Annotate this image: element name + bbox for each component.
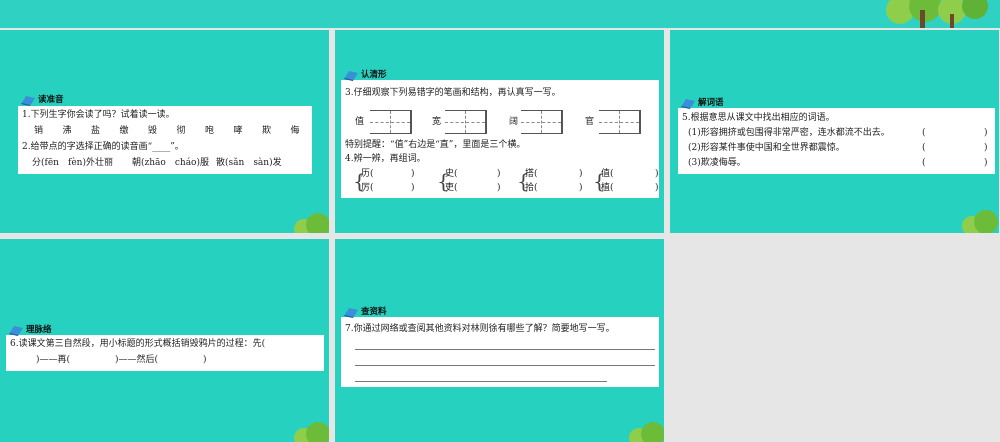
bush-icon: [629, 422, 664, 442]
answer-blank[interactable]: (): [922, 141, 988, 156]
answer-line[interactable]: [355, 365, 655, 366]
word-pairs: { 历() 厉() { 史() 吏() { 搭() 拾() { 值() 植(): [353, 169, 659, 193]
section-header: 读准音: [20, 93, 64, 107]
slide-1: 读准音 1.下列生字你会读了吗？试着读一读。 销 沸 盐 缴 毁 彻 咆 哮 欺…: [0, 30, 329, 233]
grid-char: 宽: [432, 117, 442, 127]
book-icon: [681, 99, 695, 109]
question-6-blanks[interactable]: )——再( )——然后( ): [36, 353, 207, 368]
section-title: 读准音: [38, 94, 64, 105]
char: 销: [34, 126, 44, 136]
tip-text: 特别提醒：“值”右边是“直”，里面是三个横。: [345, 140, 526, 150]
answer-blank[interactable]: (): [922, 156, 988, 171]
question-5: 5.根据意思从课文中找出相应的词语。: [682, 113, 835, 123]
card-vocab: 解词语 5.根据意思从课文中找出相应的词语。 (1)形容拥挤或包围得非常严密，连…: [678, 98, 995, 174]
question-4: 4.辨一辨，再组词。: [345, 154, 426, 164]
vocab-item: (3)欺凌侮辱。: [688, 158, 746, 168]
book-icon: [344, 71, 358, 81]
book-icon: [344, 308, 358, 318]
question-2: 2.给带点的字选择正确的读音画“____”。: [22, 142, 184, 152]
char: 彻: [176, 126, 186, 136]
question-6: 6.读课文第三自然段，用小标题的形式概括销毁鸦片的过程：先(: [10, 339, 266, 349]
char: 盐: [91, 126, 101, 136]
section-title: 查资料: [361, 306, 387, 317]
card-reading: 读准音 1.下列生字你会读了吗？试着读一读。 销 沸 盐 缴 毁 彻 咆 哮 欺…: [18, 95, 312, 174]
section-header: 认清形: [343, 68, 387, 82]
section-header: 解词语: [680, 96, 724, 110]
book-icon: [21, 96, 35, 106]
answer-line[interactable]: [355, 349, 655, 350]
char: 哮: [233, 126, 243, 136]
section-title: 认清形: [361, 69, 387, 80]
vocab-item: (2)形容某件事使中国和全世界都震惊。: [688, 143, 845, 153]
grid-char: 值: [355, 117, 365, 127]
char: 毁: [148, 126, 158, 136]
book-icon: [9, 326, 23, 336]
card-outline: 理脉络 6.读课文第三自然段，用小标题的形式概括销毁鸦片的过程：先( )——再(…: [6, 325, 324, 371]
question-7: 7.你通过网络或查阅其他资料对林则徐有哪些了解？简要地写一写。: [345, 324, 615, 334]
card-research: 查资料 7.你通过网络或查阅其他资料对林则徐有哪些了解？简要地写一写。: [341, 307, 659, 387]
answer-blank[interactable]: (): [922, 126, 988, 141]
slide-3: 解词语 5.根据意思从课文中找出相应的词语。 (1)形容拥挤或包围得非常严密，连…: [670, 30, 999, 233]
grid-char: 官: [585, 117, 595, 127]
question-1: 1.下列生字你会读了吗？试着读一读。: [22, 110, 175, 120]
bush-icon: [962, 210, 998, 233]
bush-icon: [294, 213, 329, 233]
char: 缴: [119, 126, 129, 136]
section-header: 理脉络: [8, 323, 52, 337]
section-header: 查资料: [343, 305, 387, 319]
vocab-item: (1)形容拥挤或包围得非常严密，连水都流不出去。: [688, 128, 890, 138]
char: 咆: [205, 126, 215, 136]
answer-line[interactable]: [355, 381, 607, 382]
char: 沸: [62, 126, 72, 136]
tree-decoration-icon: [886, 0, 988, 28]
bush-icon: [294, 422, 329, 442]
pinyin-item[interactable]: 散(sǎn sàn)发: [216, 156, 326, 171]
pinyin-item[interactable]: 朝(zhāo cháo)服: [132, 156, 216, 171]
pinyin-item[interactable]: 分(fēn fèn)外壮丽: [32, 156, 132, 171]
char: 侮: [290, 126, 300, 136]
question-3: 3.仔细观察下列易错字的笔画和结构，再认真写一写。: [345, 88, 561, 98]
char: 欺: [262, 126, 272, 136]
slide-4: 理脉络 6.读课文第三自然段，用小标题的形式概括销毁鸦片的过程：先( )——再(…: [0, 239, 329, 442]
slide-5: 查资料 7.你通过网络或查阅其他资料对林则徐有哪些了解？简要地写一写。: [335, 239, 664, 442]
slide-2: 认清形 3.仔细观察下列易错字的笔画和结构，再认真写一写。 值 宽 阔 官 特别…: [335, 30, 664, 233]
writing-grids: 值 宽 阔 官: [341, 110, 659, 134]
section-title: 理脉络: [26, 324, 52, 335]
section-title: 解词语: [698, 97, 724, 108]
grid-char: 阔: [509, 117, 519, 127]
top-banner: [0, 0, 1000, 28]
pinyin-items: 分(fēn fèn)外壮丽 朝(zhāo cháo)服 散(sǎn sàn)发: [32, 156, 326, 171]
char-list: 销 沸 盐 缴 毁 彻 咆 哮 欺 侮: [34, 124, 311, 139]
card-shapes: 认清形 3.仔细观察下列易错字的笔画和结构，再认真写一写。 值 宽 阔 官 特别…: [341, 70, 659, 198]
